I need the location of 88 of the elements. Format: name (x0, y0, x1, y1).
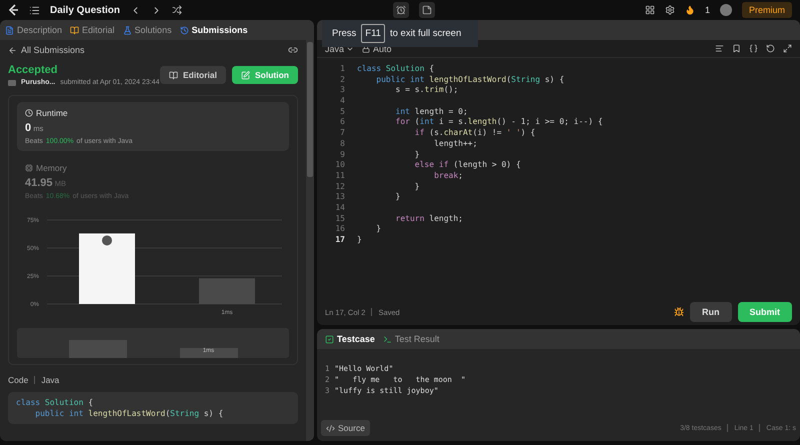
book-icon (168, 70, 178, 80)
line-number: 6 (339, 117, 345, 128)
edit-icon (241, 70, 250, 80)
bug-icon[interactable] (674, 307, 684, 317)
code-line: break; (433, 170, 463, 182)
tooltip-text: to exit full screen (390, 28, 462, 39)
book-icon (70, 26, 80, 34)
checkbox-icon (325, 334, 334, 344)
streak-count: 1 (704, 5, 710, 15)
problem-list-title[interactable]: Daily Question (50, 4, 120, 16)
code-line: int length = 0; (394, 106, 468, 118)
bar (199, 278, 255, 304)
tooltip-text: Press (332, 28, 356, 39)
status-text: Accepted (8, 64, 59, 76)
code-label: Code (8, 375, 28, 385)
line-number: 4 (339, 96, 345, 107)
code-line: length++; (433, 138, 478, 150)
line-number: 13 (334, 192, 345, 203)
tab[interactable]: Solutions (122, 25, 172, 35)
shuffle-icon[interactable] (172, 5, 182, 15)
back-arrow-icon (8, 46, 17, 54)
code-line: } (394, 192, 400, 203)
avatar-icon (102, 235, 112, 246)
language-label: Java (41, 375, 60, 385)
code-line: public int lengthOfLastWord(String s) { (375, 74, 564, 86)
tab[interactable]: Test Result (382, 334, 440, 344)
avatar[interactable] (720, 4, 732, 16)
code-line: return length; (394, 214, 463, 224)
line-number: 16 (334, 224, 345, 235)
line-number: 1 (339, 64, 345, 75)
bar (79, 233, 135, 304)
code-line: } (414, 150, 420, 160)
run-button[interactable]: Run (690, 302, 732, 322)
line-number: 17 (334, 235, 345, 246)
line-number: 10 (334, 160, 345, 171)
tab[interactable]: Submissions (180, 25, 248, 35)
document-icon (5, 26, 14, 34)
code-line: if (s.charAt(i) != ' ') { (414, 128, 536, 139)
code-line: } (357, 235, 362, 246)
alarm-clock-icon[interactable] (392, 2, 408, 18)
stat-title: Runtime (36, 108, 68, 118)
undo-icon[interactable] (766, 44, 775, 53)
expand-icon[interactable] (783, 44, 792, 53)
back-link[interactable]: All Submissions (8, 45, 85, 55)
line-number: 2 (339, 74, 345, 86)
stat-value: 0 (25, 122, 32, 134)
tab[interactable]: Testcase (325, 334, 375, 344)
line-number: 3 (339, 85, 345, 96)
settings-icon[interactable] (664, 5, 675, 15)
scrollbar-thumb[interactable] (307, 42, 313, 177)
code-line: } (414, 182, 420, 192)
tab[interactable]: Description (5, 25, 62, 35)
source-button[interactable]: Source (321, 420, 370, 436)
braces-icon[interactable] (749, 44, 758, 53)
line-number: 15 (334, 214, 345, 224)
line-number: 9 (339, 150, 345, 160)
code-icon (326, 424, 335, 432)
line-number: 7 (339, 128, 345, 139)
code-block: class Solution { public int lengthOfLastWord(String s) { (8, 392, 298, 424)
clock-icon (25, 109, 33, 117)
action-button[interactable]: Editorial (160, 66, 226, 84)
line-number: 8 (339, 138, 345, 150)
grid-icon[interactable] (644, 5, 655, 15)
flame-icon (684, 5, 695, 15)
note-icon[interactable] (418, 2, 434, 18)
code-line: for (int i = s.length() - 1; i >= 0; i--) { (394, 117, 603, 128)
code-line: class Solution { (357, 64, 434, 75)
line-number: 14 (334, 202, 345, 214)
chip-icon (25, 164, 33, 172)
link-icon[interactable] (288, 45, 298, 55)
format-icon[interactable] (715, 44, 724, 53)
flask-icon (122, 26, 132, 34)
key-label: F11 (361, 24, 385, 43)
line-number: 5 (339, 106, 345, 118)
stat-value: 41.95 (25, 177, 53, 189)
terminal-icon (382, 334, 392, 344)
line-number: 12 (334, 182, 345, 192)
line-number: 11 (334, 170, 345, 182)
history-icon (180, 26, 189, 34)
code-line: } (375, 224, 382, 235)
bookmark-icon[interactable] (732, 44, 741, 53)
code-line: else if (length > 0) { (414, 160, 521, 171)
tab[interactable]: Editorial (70, 25, 115, 35)
premium-button[interactable]: Premium (742, 2, 792, 18)
list-icon[interactable] (29, 4, 40, 16)
code-line: s = s.trim(); (394, 85, 458, 96)
logo-icon[interactable] (8, 4, 19, 16)
stat-title: Memory (36, 163, 67, 173)
